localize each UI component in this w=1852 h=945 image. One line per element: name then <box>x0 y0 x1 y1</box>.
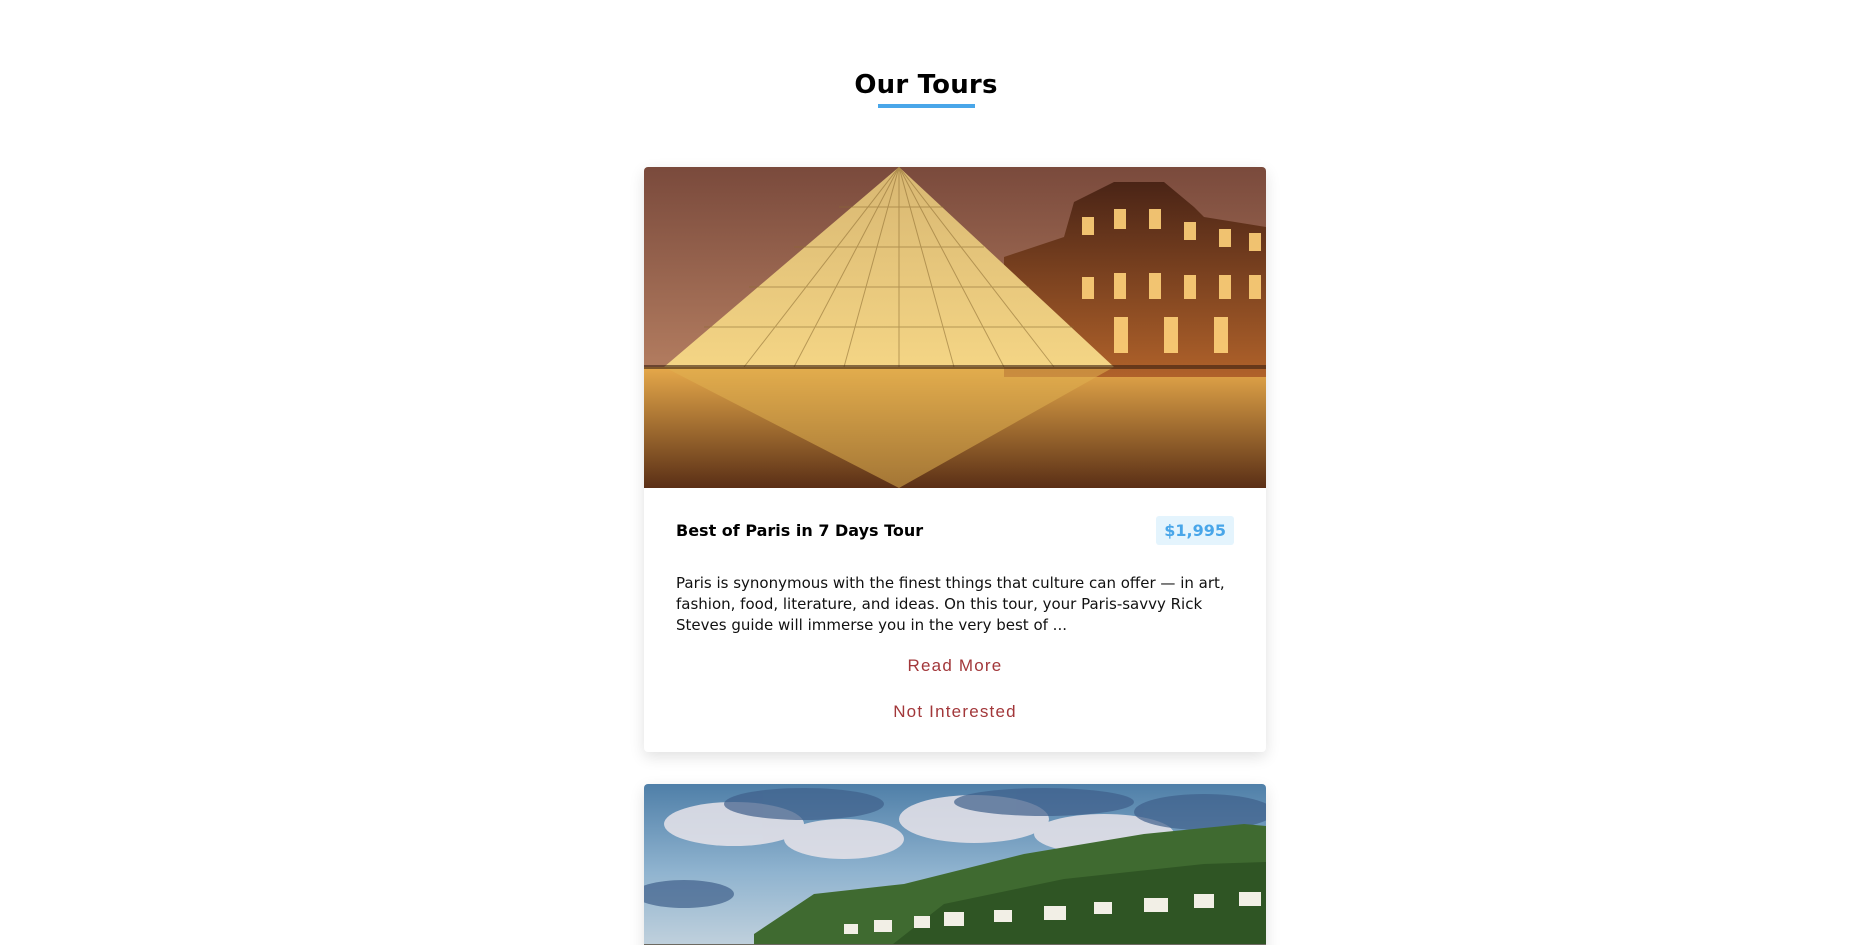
tour-card: Best of Paris in 7 Days Tour $1,995 Pari… <box>644 167 1266 752</box>
not-interested-button[interactable]: Not Interested <box>893 702 1017 722</box>
tour-image-coastal-town <box>644 784 1266 945</box>
page-title: Our Tours <box>854 70 998 100</box>
tour-name: Best of Paris in 7 Days Tour <box>676 521 924 540</box>
tour-image-louvre <box>644 167 1266 488</box>
tour-card <box>644 784 1266 945</box>
tour-price: $1,995 <box>1156 516 1234 545</box>
read-more-button[interactable]: Read More <box>908 656 1003 676</box>
title-section: Our Tours <box>0 68 1852 108</box>
tours-list: Best of Paris in 7 Days Tour $1,995 Pari… <box>644 167 1266 945</box>
tour-info: Best of Paris in 7 Days Tour $1,995 Pari… <box>644 488 1266 752</box>
tours-page: Our Tours Best of Paris in 7 Days Tour $… <box>0 0 1852 945</box>
tour-description: Paris is synonymous with the finest thin… <box>676 574 1225 634</box>
title-underline <box>877 104 975 108</box>
tour-header: Best of Paris in 7 Days Tour $1,995 <box>676 516 1234 545</box>
